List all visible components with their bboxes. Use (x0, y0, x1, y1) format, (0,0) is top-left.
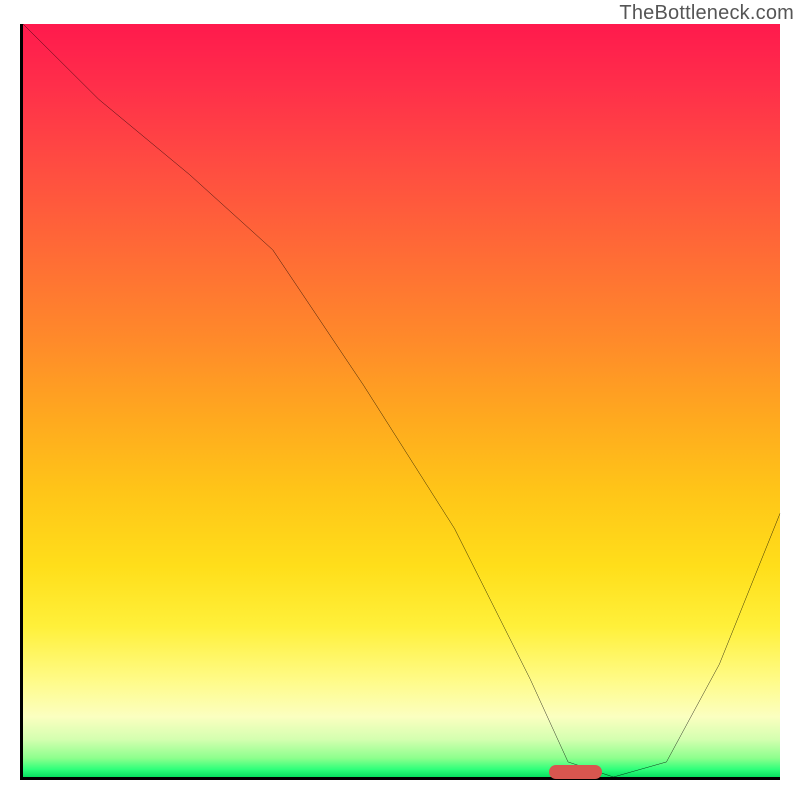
chart-canvas: TheBottleneck.com (0, 0, 800, 800)
bottleneck-curve (23, 24, 780, 777)
watermark-text: TheBottleneck.com (619, 2, 794, 25)
optimal-marker (549, 765, 602, 779)
